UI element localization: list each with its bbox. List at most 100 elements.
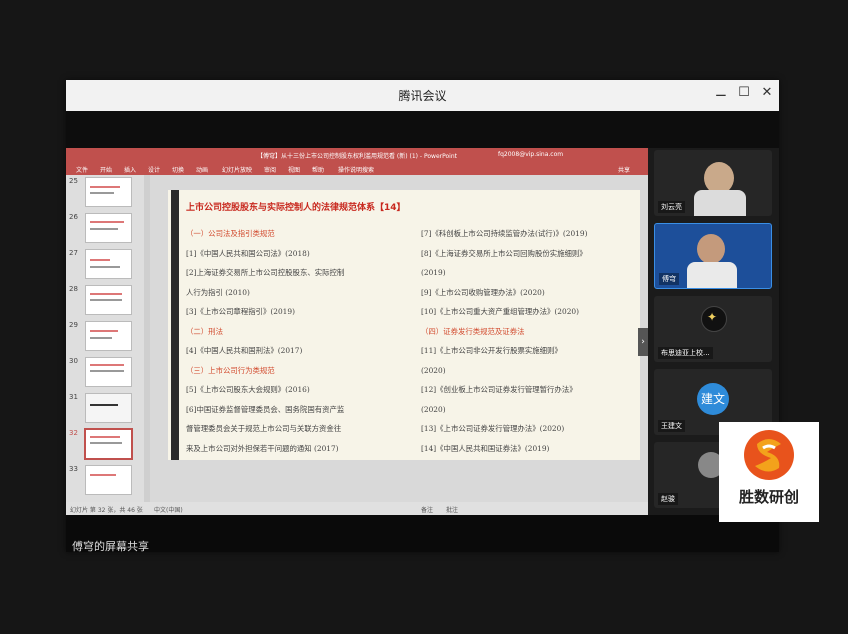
slide-edit-area: 上市公司控股股东与实际控制人的法律规范体系【14】 （一）公司法及指引类规范 [1… [150,175,648,502]
thumbnail-image [84,428,133,460]
slide-text-line: [7]《科创板上市公司持续监管办法(试行)》(2019) [421,229,588,238]
ribbon-tab-file[interactable]: 文件 [76,165,88,174]
slide-left-column: （一）公司法及指引类规范 [1]《中国人民共和国公司法》(2018) [2]上海证券… [186,224,344,458]
ppt-status-bar: 幻灯片 第 32 张，共 46 张 中文(中国) 备注 批注 [66,502,648,515]
meeting-window: 腾讯会议 ⚊ ☐ ✕ 【傅穹】从十三份上市公司控制股东权利滥用规范看 (新) (… [66,80,779,553]
participant-video [687,262,737,288]
thumbnail-number: 25 [69,177,78,185]
minimize-button[interactable]: ⚊ [711,85,731,100]
thumbnail-26[interactable]: 26 [66,211,144,245]
slide-text-line: [12]《创业板上市公司证券发行管理暂行办法》 [421,385,577,394]
shared-screen[interactable]: 【傅穹】从十三份上市公司控制股东权利滥用规范看 (新) (1) - PowerP… [66,148,648,515]
ribbon-search[interactable]: 操作说明搜索 [338,165,374,174]
slide-text-line: [9]《上市公司收购管理办法》(2020) [421,287,545,297]
meeting-footer: 傅穹的屏幕共享 [66,515,779,553]
thumbnail-29[interactable]: 29 [66,319,144,353]
thumbnail-30[interactable]: 30 [66,355,144,389]
participant-video [697,234,725,264]
thumbnail-33[interactable]: 33 [66,463,144,497]
participant-tile[interactable]: 刘云亮 [654,150,772,216]
notes-button[interactable]: 备注 [421,505,433,514]
slide-text-line: [14]《中国人民共和国证券法》(2019) [421,443,550,453]
window-title: 腾讯会议 [398,89,447,103]
slide-text-line: [11]《上市公司非公开发行股票实施细则》 [421,346,562,355]
ribbon-tab-review[interactable]: 审阅 [264,165,276,174]
thumbnail-27[interactable]: 27 [66,247,144,281]
slide-text-line: [10]《上市公司重大资产重组管理办法》(2020) [421,307,579,316]
language-indicator: 中文(中国) [154,507,183,514]
slide-right-column: [7]《科创板上市公司持续监管办法(试行)》(2019) [8]《上海证券交易所上… [421,224,587,458]
thumbnail-28[interactable]: 28 [66,283,144,317]
avatar: ✦ [701,306,727,332]
ribbon-tab-home[interactable]: 开始 [100,165,112,174]
thumbnail-number: 31 [69,393,78,401]
chevron-right-icon[interactable]: › [638,328,648,356]
ribbon-tab-help[interactable]: 帮助 [312,165,324,174]
ribbon-tab-slideshow[interactable]: 幻灯片放映 [222,165,252,174]
watermark-text: 胜数研创 [738,488,799,506]
maximize-button[interactable]: ☐ [734,85,754,100]
participant-name: 刘云亮 [658,201,685,213]
slide-section-heading: （一）公司法及指引类规范 [186,229,275,238]
logo-mark-icon [744,430,794,480]
slide-section-heading: （二）刑法 [186,326,223,336]
participant-name: 布思迪亚上校... [658,347,713,359]
slide-thumbnail-pane: 25 26 27 28 29 30 31 32 33 [66,175,144,502]
slide-counter: 幻灯片 第 32 张，共 46 张 [70,507,143,514]
thumbnail-image [85,357,132,387]
top-toolbar-area [66,111,779,148]
close-button[interactable]: ✕ [757,85,777,100]
thumbnail-image [85,321,132,351]
ppt-title-bar: 【傅穹】从十三份上市公司控制股东权利滥用规范看 (新) (1) - PowerP… [66,148,648,162]
ppt-account: fq2008@vip.sina.com [498,151,564,158]
thumbnail-image [85,393,132,423]
slide-text-line: [8]《上海证券交易所上市公司回购股份实施细则》 [421,248,587,258]
thumbnail-number: 27 [69,249,78,257]
thumbnail-image [85,285,132,315]
participant-tile[interactable]: ✦ 布思迪亚上校... [654,296,772,362]
participant-tile-active[interactable]: 傅穹 [654,223,772,289]
thumbnail-image [85,213,132,243]
thumbnail-number: 33 [69,465,78,473]
participant-video [694,190,746,216]
slide-text-line: [2]上海证券交易所上市公司控股股东、实际控制 [186,268,345,277]
slide-text-line: 督管理委员会关于规范上市公司与关联方资金往 [186,424,342,433]
thumbnail-image [85,177,132,207]
ribbon-tab-insert[interactable]: 插入 [124,165,136,174]
comments-button[interactable]: 批注 [446,505,458,514]
slide-text-line: [1]《中国人民共和国公司法》(2018) [186,248,310,258]
thumbnail-31[interactable]: 31 [66,391,144,425]
slide-text-line: [5]《上市公司股东大会规则》(2016) [186,385,310,394]
ppt-share-button[interactable]: 共享 [618,165,630,174]
slide-section-heading: （三）上市公司行为类规范 [186,365,275,375]
slide-section-heading: （四）证券发行类规范及证券法 [421,326,525,336]
screen-share-label: 傅穹的屏幕共享 [72,540,149,553]
slide-text-line: [6]中国证券监督管理委员会、国务院国有资产监 [186,404,345,414]
title-bar: 腾讯会议 ⚊ ☐ ✕ [66,80,779,111]
slide-text-line: [13]《上市公司证券发行管理办法》(2020) [421,424,565,433]
slide-text-line: 人行为指引 (2010) [186,287,250,297]
thumbnail-image [85,249,132,279]
ribbon-tab-design[interactable]: 设计 [148,165,160,174]
slide-text-line: 来及上市公司对外担保若干问题的通知 (2017) [186,443,339,453]
slide-heading: 上市公司控股股东与实际控制人的法律规范体系【14】 [186,203,406,213]
thumbnail-number: 30 [69,357,78,365]
watermark-logo: 胜数研创 [719,422,819,522]
participant-name: 傅穹 [659,273,679,285]
thumbnail-number: 28 [69,285,78,293]
ribbon-tab-view[interactable]: 视图 [288,165,300,174]
thumbnail-number: 29 [69,321,78,329]
slide-decorative-bar [171,190,179,460]
slide-text-line: (2020) [421,365,446,375]
thumbnail-image [85,465,132,495]
slide-text-line: (2020) [421,404,446,414]
ribbon-tab-animations[interactable]: 动画 [196,165,208,174]
avatar: 建文 [697,383,729,415]
participant-name: 王建文 [658,420,685,432]
thumbnail-32[interactable]: 32 [66,427,144,461]
slide-text-line: [4]《中国人民共和国刑法》(2017) [186,346,303,355]
ribbon-tab-transitions[interactable]: 切换 [172,165,184,174]
participant-name: 赵骏 [658,493,678,505]
thumbnail-25[interactable]: 25 [66,175,144,209]
current-slide: 上市公司控股股东与实际控制人的法律规范体系【14】 （一）公司法及指引类规范 [1… [168,190,640,460]
